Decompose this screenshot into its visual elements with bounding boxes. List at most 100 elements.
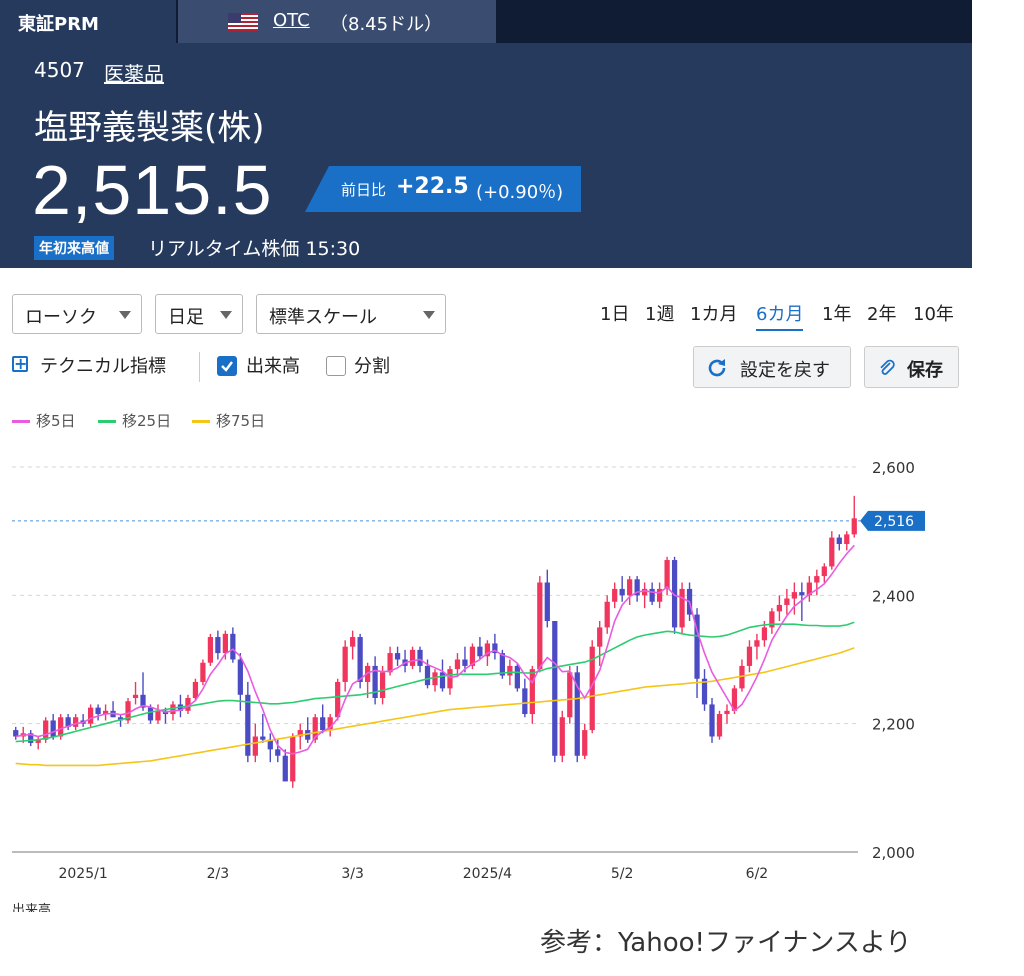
company-name: 塩野義製薬(株) <box>34 108 265 148</box>
candle-body <box>424 665 431 686</box>
candle-body <box>409 649 416 666</box>
candle-body <box>664 560 670 589</box>
candle-body <box>537 582 543 670</box>
candle-body <box>814 576 820 583</box>
reset-settings-label: 設定を戻す <box>740 360 830 381</box>
candle-body <box>230 633 236 660</box>
candle-body <box>439 672 446 689</box>
candle-body <box>552 621 558 756</box>
candle-body <box>245 694 251 756</box>
candle-body <box>544 582 550 621</box>
candle-body <box>836 537 842 544</box>
candle-body <box>290 736 296 782</box>
candle-body <box>252 736 258 756</box>
candle-body <box>851 518 857 535</box>
plus-icon[interactable]: + <box>12 356 28 372</box>
candle-body <box>604 601 610 628</box>
tab-otc[interactable]: OTC （8.45ドル） <box>178 0 496 43</box>
period-1d[interactable]: 1日 <box>600 300 629 326</box>
x-tick-label: 6/2 <box>746 866 769 882</box>
candle-body <box>844 534 850 544</box>
candle-body <box>132 694 139 698</box>
price-change-box: 前日比 +22.5 (+0.90％) <box>305 166 581 212</box>
period-10y[interactable]: 10年 <box>913 300 954 326</box>
legend-ma5-swatch <box>12 420 30 423</box>
reset-settings-button[interactable]: 設定を戻す <box>693 346 851 388</box>
candle-body <box>746 646 753 666</box>
x-tick-label: 2/3 <box>207 866 230 882</box>
interval-select[interactable]: 日足 <box>155 294 243 334</box>
y-tick-label: 2,000 <box>872 844 915 862</box>
period-6m[interactable]: 6カ月 <box>756 300 804 331</box>
volume-checkbox[interactable] <box>217 356 237 376</box>
candle-body <box>821 566 827 577</box>
candle-body <box>260 736 266 740</box>
ytd-high-badge: 年初来高値 <box>34 236 114 260</box>
change-percent: (+0.90％) <box>476 182 564 203</box>
candle-body <box>237 659 243 695</box>
candle-body <box>379 672 386 698</box>
legend-ma25: 移25日 <box>98 410 171 431</box>
current-price-tag-label: 2,516 <box>874 514 914 530</box>
candle-body <box>829 537 835 567</box>
candlestick-chart[interactable]: 2,600 2,400 2,200 2,000 2025/1 2/3 3/3 2025/4 5/… <box>0 440 1000 890</box>
tab-tse-prime-label: 東証PRM <box>18 14 99 35</box>
divider <box>199 352 200 382</box>
candle-body <box>147 707 154 721</box>
technical-indicators-button[interactable]: テクニカル指標 <box>40 352 166 378</box>
otc-symbol-link[interactable]: OTC <box>273 10 310 31</box>
candle-body <box>87 707 94 724</box>
us-flag-icon <box>228 13 258 31</box>
y-tick-label: 2,400 <box>872 587 915 605</box>
period-1w[interactable]: 1週 <box>645 300 674 326</box>
candle-body <box>784 598 790 605</box>
candle-body <box>567 672 573 718</box>
candle-body <box>320 717 326 731</box>
candle-body <box>215 637 221 654</box>
save-button[interactable]: 保存 <box>864 346 959 388</box>
realtime-time: リアルタイム株価 15:30 <box>148 238 361 260</box>
candle-body <box>192 681 199 698</box>
scale-select[interactable]: 標準スケール <box>256 294 446 334</box>
candle-body <box>514 665 520 689</box>
candle-body <box>597 627 603 647</box>
candle-body <box>507 665 513 676</box>
chart-type-select[interactable]: ローソク <box>12 294 142 334</box>
change-value: +22.5 <box>396 174 469 199</box>
ma5-line <box>15 544 855 755</box>
candle-body <box>776 604 783 612</box>
stock-header: 東証PRM OTC （8.45ドル） 4507 医薬品 塩野義製薬(株) 2,5… <box>0 0 972 268</box>
candle-body <box>529 669 535 715</box>
source-note: 参考：Yahoo!ファイナンスより <box>540 928 912 958</box>
legend-ma75-label: 移75日 <box>216 412 266 430</box>
tab-tse-prime[interactable]: 東証PRM <box>0 0 176 43</box>
candle-body <box>447 669 453 689</box>
period-1m[interactable]: 1カ月 <box>690 300 737 326</box>
sector-link[interactable]: 医薬品 <box>104 58 164 87</box>
candle-body <box>207 637 214 663</box>
candle-body <box>791 592 797 599</box>
candle-body <box>342 646 348 682</box>
x-tick-label: 2025/1 <box>58 866 107 882</box>
period-1y[interactable]: 1年 <box>822 300 851 326</box>
candle-body <box>454 659 461 670</box>
check-icon <box>221 361 233 372</box>
candle-body <box>627 579 633 596</box>
legend-ma75-swatch <box>192 420 210 423</box>
candle-body <box>679 588 685 628</box>
split-label: 分割 <box>354 356 390 377</box>
period-2y[interactable]: 2年 <box>867 300 896 326</box>
y-tick-label: 2,600 <box>872 459 915 477</box>
candle-body <box>394 653 401 660</box>
candle-body <box>357 637 363 682</box>
candle-body <box>73 717 79 727</box>
chart-type-value: ローソク <box>25 307 97 328</box>
split-checkbox[interactable] <box>326 356 346 376</box>
paperclip-icon <box>880 359 895 375</box>
chevron-down-icon <box>220 311 232 319</box>
chevron-down-icon <box>423 311 435 319</box>
candle-body <box>582 730 588 756</box>
refresh-icon <box>708 359 726 377</box>
x-tick-label: 5/2 <box>611 866 634 882</box>
candle-body <box>559 717 565 756</box>
